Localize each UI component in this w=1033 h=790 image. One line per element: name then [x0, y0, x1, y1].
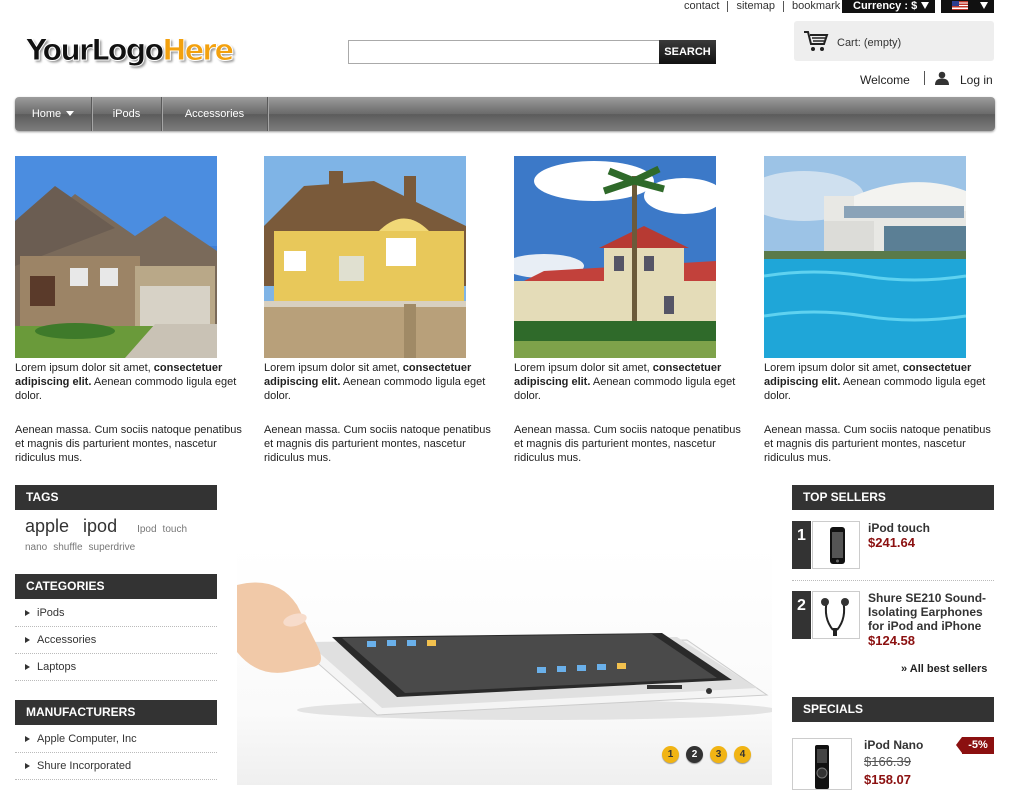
tag-link[interactable]: nano — [25, 542, 47, 553]
welcome-text: Welcome — [860, 73, 910, 87]
feature-text-2: Aenean massa. Cum sociis natoque penatib… — [764, 424, 991, 464]
feature-image-house[interactable] — [264, 156, 466, 358]
tag-link[interactable]: Ipod — [137, 524, 156, 535]
tag-link[interactable]: apple — [25, 516, 69, 537]
feature-image-pool[interactable] — [764, 156, 966, 358]
tag-link[interactable]: superdrive — [89, 542, 136, 553]
product-thumbnail-ipod-touch[interactable] — [812, 521, 860, 569]
tag-cloud: apple ipod Ipod touch nano shuffle superdrive — [25, 516, 225, 555]
feature-column: Lorem ipsum dolor sit amet, consectetuer… — [514, 156, 744, 465]
tag-link[interactable]: ipod — [83, 516, 117, 537]
manufacturer-item[interactable]: Shure Incorporated — [15, 753, 217, 780]
feature-text: Lorem ipsum dolor sit amet, consectetuer… — [264, 362, 486, 402]
chevron-down-icon — [921, 2, 929, 9]
category-item[interactable]: Laptops — [15, 654, 217, 681]
site-logo[interactable]: YourLogoHere — [25, 30, 234, 70]
discount-badge: -5% — [956, 737, 994, 754]
manufacturer-item[interactable]: Apple Computer, Inc — [15, 726, 217, 753]
slider-dot[interactable]: 2 — [686, 746, 703, 763]
product-name[interactable]: iPod touch — [868, 521, 994, 535]
product-price: $158.07 — [864, 772, 911, 787]
divider — [924, 71, 925, 85]
categories-header: CATEGORIES — [15, 574, 217, 599]
feature-column: Lorem ipsum dolor sit amet, consectetuer… — [764, 156, 994, 465]
search-button[interactable]: SEARCH — [659, 40, 716, 64]
slider-dot[interactable]: 3 — [710, 746, 727, 763]
feature-image-house[interactable] — [514, 156, 716, 358]
top-links: contact sitemap bookmark — [676, 0, 848, 13]
product-name[interactable]: iPod Nano — [864, 738, 923, 752]
language-selector[interactable] — [941, 0, 994, 13]
specials-header: SPECIALS — [792, 697, 994, 722]
category-item[interactable]: Accessories — [15, 627, 217, 654]
feature-text: Lorem ipsum dolor sit amet, consectetuer… — [764, 362, 986, 402]
nav-item-home[interactable]: Home — [15, 97, 92, 131]
cart-box[interactable]: Cart: (empty) — [794, 21, 994, 61]
product-price: $124.58 — [868, 633, 915, 648]
rank-badge: 1 — [792, 521, 811, 569]
chevron-down-icon — [66, 111, 75, 116]
top-sellers-header: TOP SELLERS — [792, 485, 994, 510]
sitemap-link[interactable]: sitemap — [727, 1, 783, 12]
divider — [792, 580, 994, 581]
main-nav: Home iPods Accessories — [15, 97, 995, 131]
manufacturers-header: MANUFACTURERS — [15, 700, 217, 725]
feature-column: Lorem ipsum dolor sit amet, consectetuer… — [15, 156, 245, 465]
nav-item-accessories[interactable]: Accessories — [162, 97, 268, 131]
nav-item-ipods[interactable]: iPods — [92, 97, 162, 131]
login-link[interactable]: Log in — [960, 73, 993, 87]
feature-text-2: Aenean massa. Cum sociis natoque penatib… — [264, 424, 491, 464]
old-price: $166.39 — [864, 754, 911, 769]
cart-icon — [804, 31, 829, 51]
product-thumbnail-ipod-nano[interactable] — [792, 738, 852, 790]
feature-text: Lorem ipsum dolor sit amet, consectetuer… — [15, 362, 237, 402]
product-name[interactable]: Shure SE210 Sound-Isolating Earphones fo… — [868, 591, 994, 633]
feature-image-house[interactable] — [15, 156, 217, 358]
all-best-sellers-link[interactable]: » All best sellers — [901, 663, 987, 675]
feature-column: Lorem ipsum dolor sit amet, consectetuer… — [264, 156, 494, 465]
user-icon — [935, 71, 949, 85]
tag-link[interactable]: shuffle — [53, 542, 82, 553]
cart-label: Cart: (empty) — [837, 37, 902, 49]
feature-text: Lorem ipsum dolor sit amet, consectetuer… — [514, 362, 736, 402]
slider-dot[interactable]: 4 — [734, 746, 751, 763]
chevron-down-icon — [980, 2, 988, 9]
bookmark-link[interactable]: bookmark — [783, 1, 848, 12]
slider-dot[interactable]: 1 — [662, 746, 679, 763]
feature-text-2: Aenean massa. Cum sociis natoque penatib… — [514, 424, 741, 464]
product-price: $241.64 — [868, 535, 915, 550]
us-flag-icon — [952, 1, 968, 10]
category-item[interactable]: iPods — [15, 600, 217, 627]
contact-link[interactable]: contact — [676, 1, 727, 12]
currency-selector[interactable]: Currency : $ — [842, 0, 935, 13]
tags-header: TAGS — [15, 485, 217, 510]
feature-text-2: Aenean massa. Cum sociis natoque penatib… — [15, 424, 242, 464]
rank-badge: 2 — [792, 591, 811, 639]
currency-label: Currency : $ — [853, 0, 918, 12]
search-input[interactable] — [348, 40, 660, 64]
tag-link[interactable]: touch — [163, 524, 187, 535]
product-thumbnail-earphones[interactable] — [812, 591, 860, 639]
